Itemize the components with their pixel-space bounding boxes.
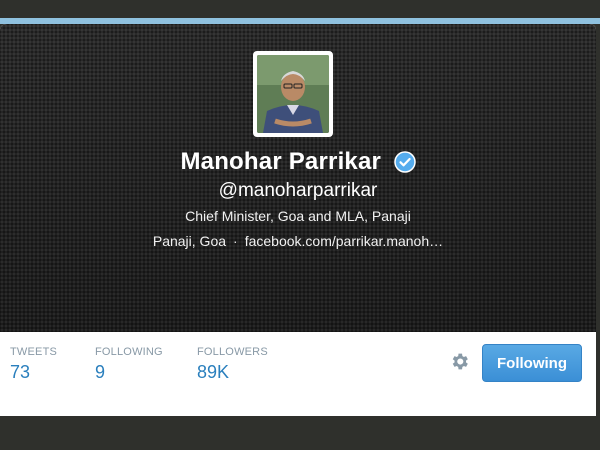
stat-followers-value: 89K: [197, 362, 230, 382]
outer-frame-right: [596, 24, 600, 416]
profile-name: Manohar Parrikar: [180, 148, 382, 175]
avatar-photo: [257, 55, 329, 133]
profile-website-link[interactable]: facebook.com/parrikar.manoh…: [245, 233, 443, 249]
verified-badge-icon: [393, 151, 416, 173]
stat-followers[interactable]: FOLLOWERS 89K: [197, 346, 268, 383]
avatar[interactable]: [253, 51, 333, 137]
stat-following[interactable]: FOLLOWING 9: [95, 346, 163, 383]
stat-tweets[interactable]: TWEETS 73: [10, 346, 57, 383]
following-button[interactable]: Following: [482, 344, 582, 382]
stat-following-value: 9: [95, 362, 106, 382]
meta-separator: ·: [233, 233, 238, 249]
gear-icon[interactable]: [449, 351, 470, 372]
profile-location: Panaji, Goa: [152, 233, 227, 249]
profile-bio: Chief Minister, Goa and MLA, Panaji: [185, 208, 411, 224]
stat-tweets-value: 73: [10, 362, 31, 382]
stat-followers-label: FOLLOWERS: [197, 346, 268, 358]
outer-frame-bottom: [0, 416, 600, 450]
profile-meta: Panaji, Goa · facebook.com/parrikar.manoh…: [0, 233, 596, 249]
stat-following-label: FOLLOWING: [95, 346, 163, 358]
profile-handle: @manoharparrikar: [218, 180, 378, 201]
stat-tweets-label: TWEETS: [10, 346, 58, 358]
profile-name-row: Manohar Parrikar: [0, 148, 596, 176]
person-icon: [257, 55, 329, 133]
